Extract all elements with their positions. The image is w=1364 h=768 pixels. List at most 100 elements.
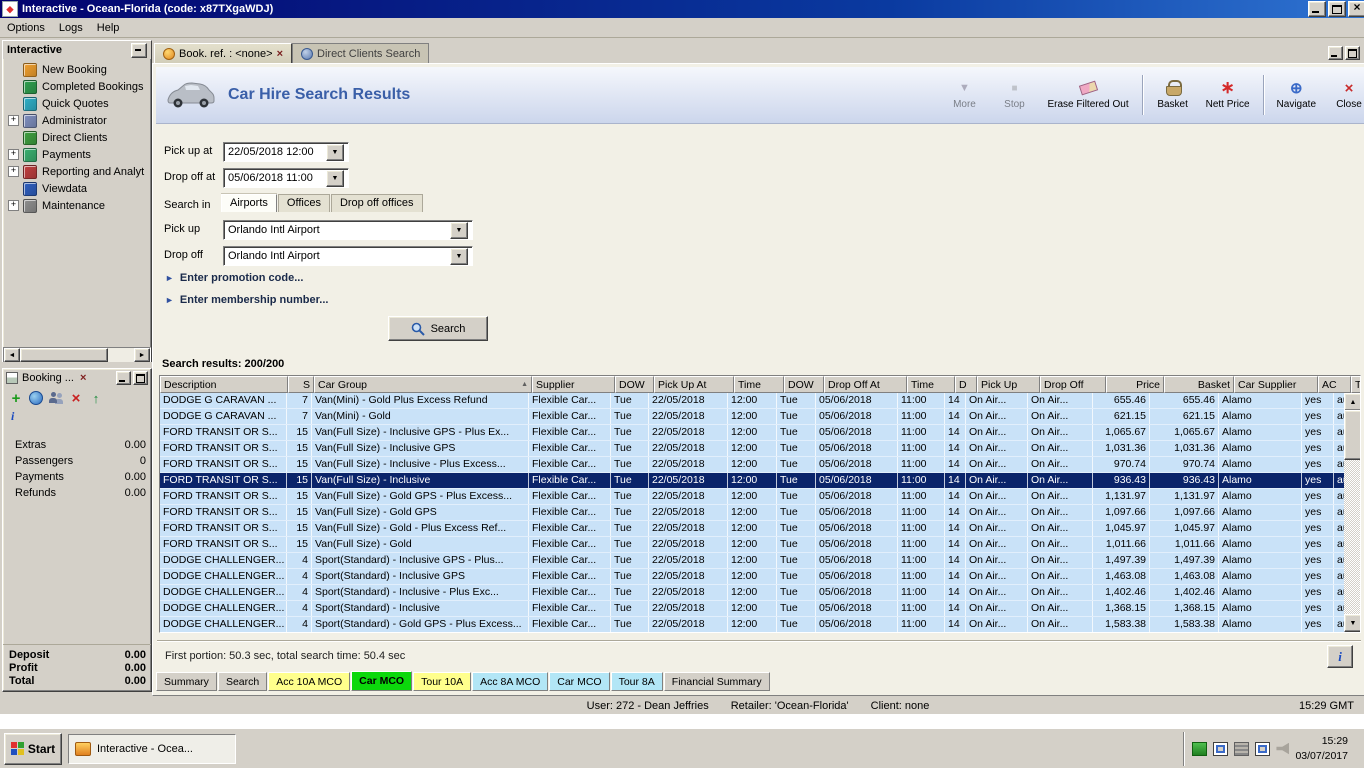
chevron-down-icon[interactable]: ▼ [326,169,344,187]
promotion-code-expander[interactable]: ► Enter promotion code... [165,272,303,284]
doc-minimize-button[interactable] [1328,46,1343,60]
table-row[interactable]: DODGE G CARAVAN ... 7 Van(Mini) - Gold Flex… [160,409,1344,425]
table-vertical-scrollbar[interactable]: ▲ ▼ [1344,393,1360,632]
passengers-icon[interactable] [49,391,63,405]
column-header-description[interactable]: Description [160,376,288,393]
table-row[interactable]: DODGE CHALLENGER... 4 Sport(Standard) - Go… [160,617,1344,632]
sidebar-item-quick-quotes[interactable]: +Quick Quotes [3,95,151,112]
column-header-basket[interactable]: Basket [1164,376,1234,393]
monitor-icon[interactable] [1255,741,1271,756]
delete-icon[interactable]: × [69,390,83,407]
sidebar-horizontal-scrollbar[interactable]: ◄ ► [3,347,151,363]
table-row[interactable]: FORD TRANSIT OR S... 15 Van(Full Size) - I… [160,425,1344,441]
tab-close-icon[interactable]: × [277,48,283,60]
erase-filtered-out-button[interactable]: Erase Filtered Out [1044,78,1131,112]
chevron-down-icon[interactable]: ▼ [326,143,344,161]
tab-booking-reference[interactable]: Book. ref. : <none> × [154,43,293,63]
pickup-combo[interactable]: Orlando Intl Airport ▼ [223,220,473,240]
sidebar-item-completed-bookings[interactable]: +Completed Bookings [3,78,151,95]
scroll-down-icon[interactable]: ▼ [1344,614,1360,632]
column-header-ac[interactable]: AC [1318,376,1351,393]
table-row[interactable]: DODGE CHALLENGER... 4 Sport(Standard) - In… [160,569,1344,585]
bottom-tab-acc-10a-mco[interactable]: Acc 10A MCO [268,672,351,691]
close-button[interactable]: × Close [1329,78,1364,112]
search-button[interactable]: Search [388,316,488,341]
maximize-button[interactable] [1328,1,1346,17]
search-in-tab-drop-off-offices[interactable]: Drop off offices [330,194,423,212]
export-icon[interactable]: ↑ [89,391,103,406]
bottom-tab-acc-8a-mco[interactable]: Acc 8A MCO [472,672,549,691]
collapse-panel-button[interactable] [131,42,147,58]
add-icon[interactable]: + [9,390,23,407]
expander-icon[interactable]: + [8,200,19,211]
expander-icon[interactable]: + [8,166,19,177]
menu-options[interactable]: Options [0,20,52,36]
search-in-tab-offices[interactable]: Offices [277,194,330,212]
expander-icon[interactable]: + [8,149,19,160]
sidebar-item-direct-clients[interactable]: +Direct Clients [3,129,151,146]
start-button[interactable]: Start [4,732,62,765]
booking-info-icon[interactable]: i [11,409,25,423]
minimize-button[interactable] [1308,1,1326,17]
sidebar-item-reporting-and-analyt[interactable]: + Reporting and Analyt [3,163,151,180]
column-header-time[interactable]: Time [734,376,784,393]
column-header-dow[interactable]: DOW [615,376,654,393]
table-row[interactable]: FORD TRANSIT OR S... 15 Van(Full Size) - G… [160,537,1344,553]
scrollbar-thumb[interactable] [20,348,108,362]
table-row[interactable]: FORD TRANSIT OR S... 15 Van(Full Size) - I… [160,441,1344,457]
stop-button[interactable]: ■ Stop [994,78,1034,112]
membership-number-expander[interactable]: ► Enter membership number... [165,294,328,306]
bottom-tab-tour-8a[interactable]: Tour 8A [610,672,663,691]
table-row[interactable]: FORD TRANSIT OR S... 15 Van(Full Size) - G… [160,521,1344,537]
column-header-drop-off-at[interactable]: Drop Off At [824,376,907,393]
basket-button[interactable]: Basket [1153,78,1193,112]
scrollbar-thumb[interactable] [1344,410,1360,460]
column-header-s[interactable]: S [288,376,314,393]
table-row[interactable]: DODGE CHALLENGER... 4 Sport(Standard) - In… [160,553,1344,569]
close-window-button[interactable] [1348,0,1364,17]
scroll-right-icon[interactable]: ► [134,348,150,362]
booking-minimize-button[interactable] [116,371,131,385]
sidebar-item-maintenance[interactable]: + Maintenance [3,197,151,214]
pickup-at-input[interactable]: 22/05/2018 12:00 ▼ [223,142,349,162]
display-icon[interactable] [1213,741,1229,756]
tab-direct-clients-search[interactable]: Direct Clients Search [292,43,430,63]
column-header-drop-off[interactable]: Drop Off [1040,376,1106,393]
search-in-tab-airports[interactable]: Airports [221,194,277,212]
table-row[interactable]: FORD TRANSIT OR S... 15 Van(Full Size) - I… [160,457,1344,473]
dropoff-combo[interactable]: Orlando Intl Airport ▼ [223,246,473,266]
table-row[interactable]: FORD TRANSIT OR S... 15 Van(Full Size) - I… [160,473,1344,489]
column-header-price[interactable]: Price [1106,376,1164,393]
menu-help[interactable]: Help [90,20,127,36]
column-header-supplier[interactable]: Supplier [532,376,615,393]
navigate-button[interactable]: ⊕ Navigate [1274,78,1319,112]
dropoff-at-input[interactable]: 05/06/2018 11:00 ▼ [223,168,349,188]
table-row[interactable]: FORD TRANSIT OR S... 15 Van(Full Size) - G… [160,489,1344,505]
expander-icon[interactable]: + [8,115,19,126]
sidebar-item-viewdata[interactable]: +Viewdata [3,180,151,197]
chevron-down-icon[interactable]: ▼ [450,247,468,265]
scroll-left-icon[interactable]: ◄ [4,348,20,362]
column-header-time[interactable]: Time [907,376,955,393]
doc-restore-button[interactable] [1345,46,1360,60]
table-row[interactable]: DODGE G CARAVAN ... 7 Van(Mini) - Gold Plu… [160,393,1344,409]
more-button[interactable]: ▼ More [944,78,984,112]
device-icon[interactable] [1234,741,1250,756]
column-header-car-group[interactable]: Car Group ▲ [314,376,532,393]
bottom-tab-tour-10a[interactable]: Tour 10A [413,672,472,691]
sidebar-item-new-booking[interactable]: +New Booking [3,61,151,78]
booking-close-icon[interactable]: × [80,372,86,384]
bottom-tab-summary[interactable]: Summary [156,672,217,691]
column-header-t[interactable]: T [1351,376,1360,393]
bottom-tab-search[interactable]: Search [217,672,268,691]
bottom-tab-car-mco[interactable]: Car MCO [549,672,610,691]
column-header-dow[interactable]: DOW [784,376,824,393]
bottom-tab-car-mco[interactable]: Car MCO [351,671,413,691]
table-row[interactable]: FORD TRANSIT OR S... 15 Van(Full Size) - G… [160,505,1344,521]
sidebar-item-administrator[interactable]: + Administrator [3,112,151,129]
table-row[interactable]: DODGE CHALLENGER... 4 Sport(Standard) - In… [160,585,1344,601]
column-header-d[interactable]: D [955,376,977,393]
taskbar-task-button[interactable]: Interactive - Ocea... [68,733,236,764]
booking-maximize-button[interactable] [133,371,148,385]
volume-muted-icon[interactable]: × [1276,742,1290,755]
